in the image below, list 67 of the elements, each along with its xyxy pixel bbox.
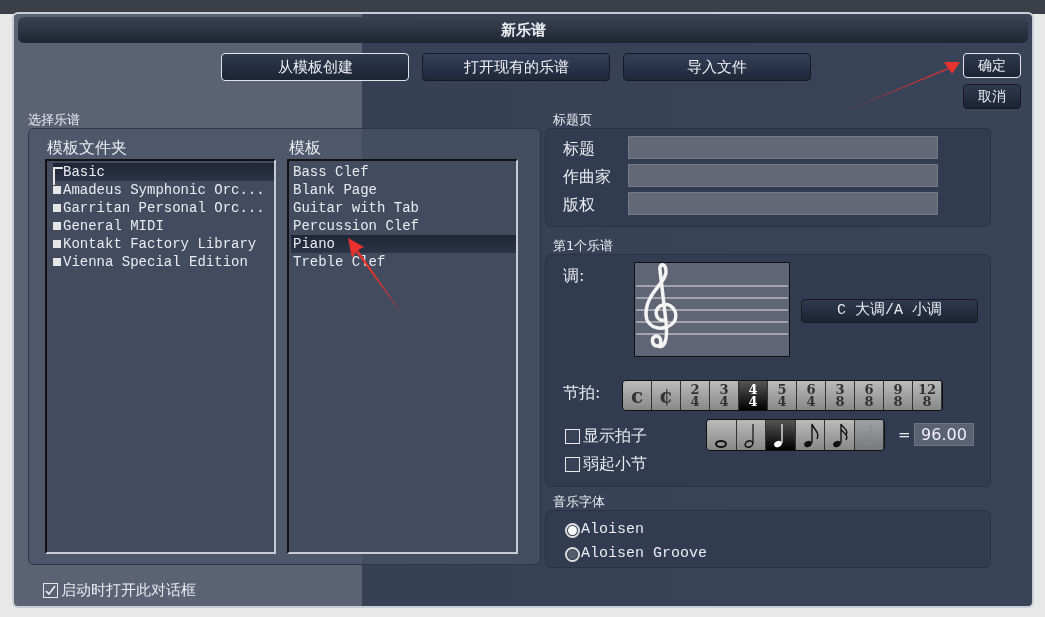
whole-note-icon (715, 440, 728, 448)
mode-tab[interactable]: 打开现有的乐谱 (422, 53, 610, 81)
key-button[interactable]: C 大调/A 小调 (801, 299, 978, 323)
checkbox-label: 弱起小节 (583, 453, 647, 475)
meter-button[interactable]: 5 4 (768, 381, 797, 410)
tempo-field[interactable]: 96.00 (914, 423, 974, 446)
text-field[interactable] (628, 192, 938, 215)
cancel-button[interactable]: 取消 (963, 84, 1021, 109)
quarter-note-button[interactable] (766, 420, 796, 450)
template-item[interactable]: Guitar with Tab (291, 199, 516, 217)
half-note-button[interactable] (736, 420, 766, 450)
sixteenth-note-icon (833, 423, 848, 448)
meter-button[interactable]: 3 4 (710, 381, 739, 410)
whole-note-button[interactable] (707, 420, 737, 450)
item-label: Blank Page (293, 181, 377, 199)
checkbox[interactable] (43, 582, 58, 598)
folder-item[interactable]: General MIDI (53, 217, 274, 235)
meter-button[interactable]: ¢ (652, 381, 681, 410)
eighth-note-icon (803, 423, 819, 448)
quarter-note-icon (774, 423, 783, 448)
text-field[interactable] (628, 136, 938, 159)
field-label: 标题 (563, 138, 595, 160)
text-field[interactable] (628, 164, 938, 187)
radio-button[interactable] (565, 522, 580, 538)
field-label: 版权 (563, 194, 595, 216)
mode-tab[interactable]: 从模板创建 (221, 53, 409, 81)
radio-button[interactable] (565, 546, 580, 562)
folders-heading: 模板文件夹 (47, 137, 127, 159)
radio-label: Aloisen (581, 520, 644, 540)
field-label: 作曲家 (563, 166, 611, 188)
template-item[interactable]: Piano (291, 235, 516, 253)
half-note-icon (744, 423, 754, 448)
template-item[interactable]: Blank Page (291, 181, 516, 199)
folder-item[interactable]: Vienna Special Edition (53, 253, 274, 271)
ok-button[interactable]: 确定 (963, 53, 1021, 78)
item-label: Bass Clef (293, 163, 369, 181)
section-title: 第1个乐谱 (553, 237, 614, 255)
sixteenth-note-button[interactable] (825, 420, 855, 450)
meter-button[interactable]: 4 4 (739, 381, 768, 410)
template-item[interactable]: Bass Clef (291, 163, 516, 181)
meter-label: 节拍: (563, 382, 601, 404)
meter-button[interactable]: 12 8 (913, 381, 942, 410)
key-label: 调: (563, 265, 585, 287)
mode-tab[interactable]: 导入文件 (623, 53, 811, 81)
dialog-title: 新乐谱 (18, 17, 1028, 43)
section-title: 选择乐谱 (28, 111, 80, 129)
item-label: Guitar with Tab (293, 199, 420, 217)
section-title: 标题页 (553, 111, 592, 129)
checkbox-label: 显示拍子 (583, 425, 647, 447)
radio-label: Aloisen Groove (581, 544, 708, 564)
templates-heading: 模板 (289, 137, 321, 159)
item-label: Vienna Special Edition (63, 253, 248, 271)
meter-button[interactable]: 3 8 (826, 381, 855, 410)
meter-button[interactable]: 2 4 (681, 381, 710, 410)
equals-sign: = (898, 425, 911, 446)
eighth-note-button[interactable] (795, 420, 825, 450)
item-label: Percussion Clef (293, 217, 420, 235)
meter-button[interactable]: 6 8 (855, 381, 884, 410)
item-label: Basic (63, 163, 105, 181)
meter-button[interactable]: c (623, 381, 652, 410)
meter-button[interactable]: 6 4 (797, 381, 826, 410)
item-label: Piano (293, 235, 335, 253)
meter-button[interactable]: 9 8 (884, 381, 913, 410)
checkbox-label: 启动时打开此对话框 (61, 580, 196, 601)
item-label: General MIDI (63, 217, 164, 235)
section-title: 音乐字体 (553, 493, 605, 511)
template-item[interactable]: Percussion Clef (291, 217, 516, 235)
